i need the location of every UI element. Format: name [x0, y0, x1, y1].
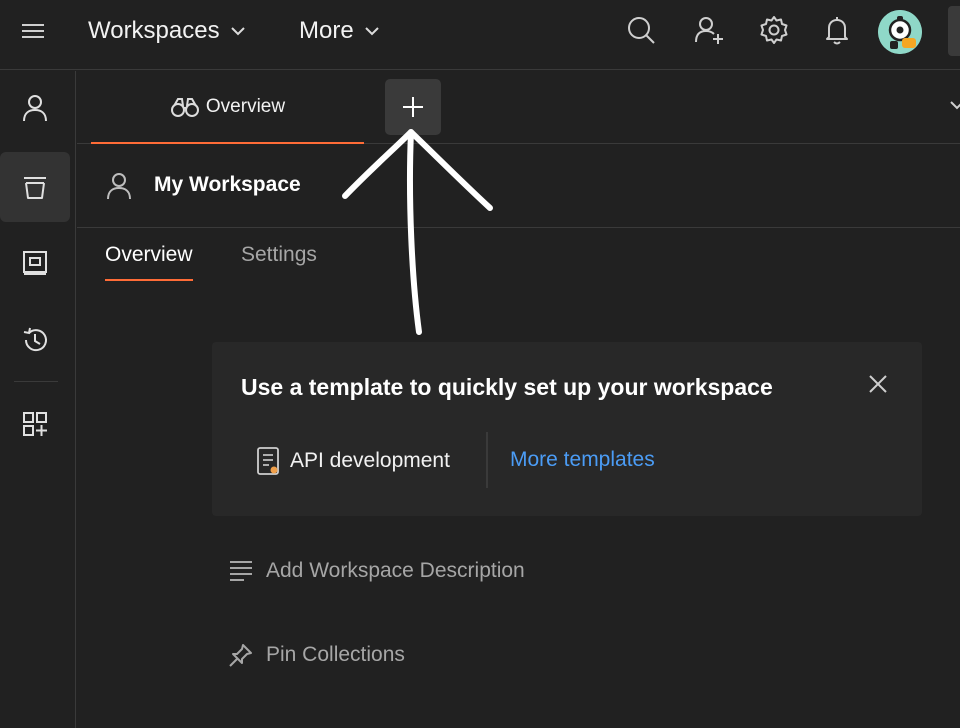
- template-divider: [486, 432, 488, 488]
- pin-icon: [229, 644, 252, 667]
- tab-bar: Overview: [77, 71, 960, 144]
- sidebar: [0, 71, 76, 728]
- chevron-down-icon: [230, 27, 245, 36]
- sidebar-divider: [14, 381, 58, 382]
- plus-icon: [403, 97, 423, 117]
- workspace-user-icon: [105, 171, 133, 206]
- search-icon[interactable]: [625, 14, 657, 46]
- workspaces-label: Workspaces: [88, 17, 220, 44]
- chevron-down-icon: [364, 27, 379, 36]
- sidebar-item-environments[interactable]: [0, 228, 70, 298]
- template-card: Use a template to quickly set up your wo…: [212, 342, 922, 516]
- new-tab-button[interactable]: [385, 79, 441, 135]
- add-description-button[interactable]: Add Workspace Description: [228, 558, 525, 584]
- tab-overview[interactable]: Overview: [91, 71, 364, 144]
- workspace-header: My Workspace: [77, 145, 960, 228]
- binoculars-icon: [170, 97, 199, 117]
- checklist-icon: [257, 447, 279, 475]
- history-icon: [23, 327, 47, 352]
- sidebar-item-add-apps[interactable]: [0, 389, 70, 459]
- app-window: Workspaces More Overview My Workspace Ov…: [0, 0, 960, 728]
- sidebar-item-history[interactable]: [0, 305, 70, 375]
- avatar[interactable]: [878, 10, 922, 54]
- add-description-label: Add Workspace Description: [266, 559, 525, 582]
- more-templates-link[interactable]: More templates: [510, 448, 655, 472]
- sidebar-item-collections[interactable]: [0, 152, 70, 222]
- more-label: More: [299, 17, 354, 44]
- close-icon[interactable]: [866, 372, 890, 396]
- invite-user-icon[interactable]: [694, 14, 726, 46]
- text-lines-icon: [230, 561, 252, 581]
- sidebar-item-user[interactable]: [0, 73, 70, 143]
- add-apps-icon: [23, 412, 47, 436]
- top-bar: Workspaces More: [0, 0, 960, 70]
- tab-overview-label: Overview: [205, 95, 286, 117]
- template-option-label: API development: [290, 449, 450, 472]
- tabs-overflow-chevron-icon[interactable]: [950, 97, 960, 115]
- user-icon: [23, 95, 47, 122]
- workspaces-dropdown[interactable]: Workspaces: [88, 14, 246, 48]
- notification-bell-icon[interactable]: [821, 14, 853, 46]
- edge-button[interactable]: [948, 6, 960, 56]
- pin-collections-label: Pin Collections: [266, 643, 405, 666]
- workspace-title: My Workspace: [154, 173, 301, 196]
- more-dropdown[interactable]: More: [299, 14, 380, 48]
- menu-icon[interactable]: [18, 18, 48, 44]
- subtab-overview[interactable]: Overview: [105, 243, 193, 281]
- collections-trash-icon: [24, 177, 46, 199]
- template-api-development[interactable]: API development: [256, 446, 450, 476]
- subtab-settings[interactable]: Settings: [241, 243, 317, 279]
- template-card-title: Use a template to quickly set up your wo…: [241, 374, 773, 400]
- settings-gear-icon[interactable]: [758, 14, 790, 46]
- pin-collections-button[interactable]: Pin Collections: [228, 642, 405, 668]
- environments-icon: [23, 251, 47, 275]
